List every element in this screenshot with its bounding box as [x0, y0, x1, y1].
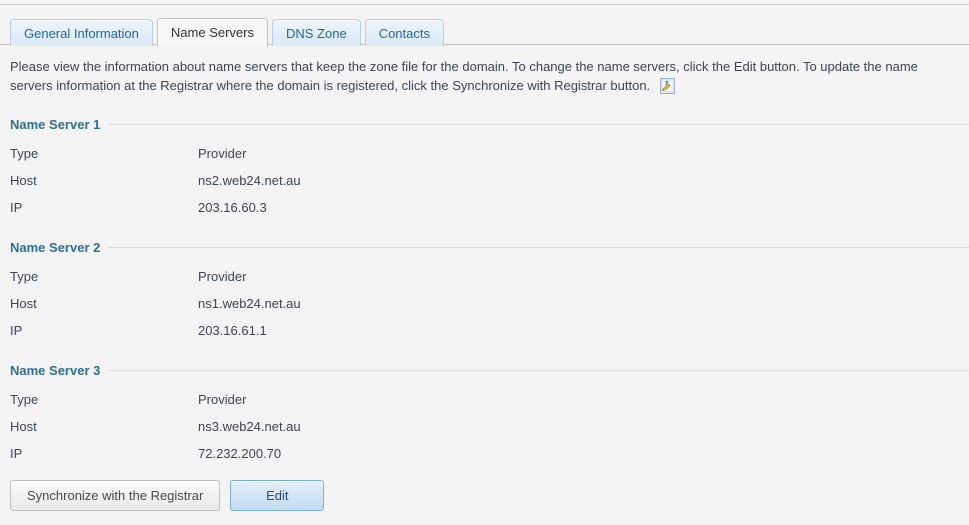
field-value: ns1.web24.net.au — [198, 296, 301, 311]
description-text: Please view the information about name s… — [10, 59, 918, 93]
field-rows: Type Provider Host ns3.web24.net.au IP 72.232… — [0, 383, 969, 467]
field-label: Host — [10, 173, 37, 188]
field-label: Host — [10, 296, 37, 311]
section-header: Name Server 3 — [0, 358, 969, 383]
field-rows: Type Provider Host ns1.web24.net.au IP 203.16… — [0, 260, 969, 344]
field-value: 203.16.61.1 — [198, 323, 267, 338]
field-row: Host ns2.web24.net.au — [0, 167, 969, 194]
name-server-section: Name Server 3 Type Provider Host ns3.web24.n… — [0, 358, 969, 467]
field-label: IP — [10, 200, 23, 215]
field-label: Host — [10, 419, 37, 434]
field-row: IP 203.16.61.1 — [0, 317, 969, 344]
field-row: Type Provider — [0, 140, 969, 167]
field-row: Host ns3.web24.net.au — [0, 413, 969, 440]
field-row: Host ns1.web24.net.au — [0, 290, 969, 317]
field-label: Type — [10, 392, 39, 407]
field-label: IP — [10, 446, 23, 461]
section-title: Name Server 1 — [10, 117, 101, 132]
name-servers-list: Name Server 1 Type Provider Host ns2.web24.n… — [0, 112, 969, 467]
field-value: Provider — [198, 146, 247, 161]
edit-button[interactable]: Edit — [230, 480, 325, 511]
tab-dns-zone[interactable]: DNS Zone — [271, 19, 361, 46]
field-value: 72.232.200.70 — [198, 446, 282, 461]
action-button-bar: Synchronize with the Registrar Edit — [10, 480, 325, 511]
field-value: Provider — [198, 269, 247, 284]
tab-name-servers[interactable]: Name Servers — [156, 18, 268, 47]
page-description: Please view the information about name s… — [10, 57, 956, 95]
tab-bar: General Information Name Servers DNS Zone C… — [0, 5, 969, 47]
field-value: ns2.web24.net.au — [198, 173, 301, 188]
field-value: 203.16.60.3 — [198, 200, 267, 215]
name-server-section: Name Server 1 Type Provider Host ns2.web24.n… — [0, 112, 969, 221]
field-value: Provider — [198, 392, 247, 407]
tab-list: General Information Name Servers DNS Zone C… — [10, 18, 444, 47]
section-header: Name Server 1 — [0, 112, 969, 137]
tab-general-information[interactable]: General Information — [10, 19, 153, 46]
tab-contacts[interactable]: Contacts — [364, 19, 444, 46]
field-row: Type Provider — [0, 386, 969, 413]
note-pencil-help-icon[interactable] — [659, 78, 675, 94]
field-row: IP 72.232.200.70 — [0, 440, 969, 467]
synchronize-with-registrar-button[interactable]: Synchronize with the Registrar — [10, 480, 221, 511]
name-server-section: Name Server 2 Type Provider Host ns1.web24.n… — [0, 235, 969, 344]
section-title: Name Server 3 — [10, 363, 101, 378]
field-row: Type Provider — [0, 263, 969, 290]
section-divider — [108, 124, 969, 125]
section-divider — [108, 247, 969, 248]
field-label: Type — [10, 146, 39, 161]
field-value: ns3.web24.net.au — [198, 419, 301, 434]
field-row: IP 203.16.60.3 — [0, 194, 969, 221]
field-rows: Type Provider Host ns2.web24.net.au IP 203.16… — [0, 137, 969, 221]
section-title: Name Server 2 — [10, 240, 101, 255]
section-header: Name Server 2 — [0, 235, 969, 260]
section-divider — [108, 370, 969, 371]
field-label: Type — [10, 269, 39, 284]
field-label: IP — [10, 323, 23, 338]
